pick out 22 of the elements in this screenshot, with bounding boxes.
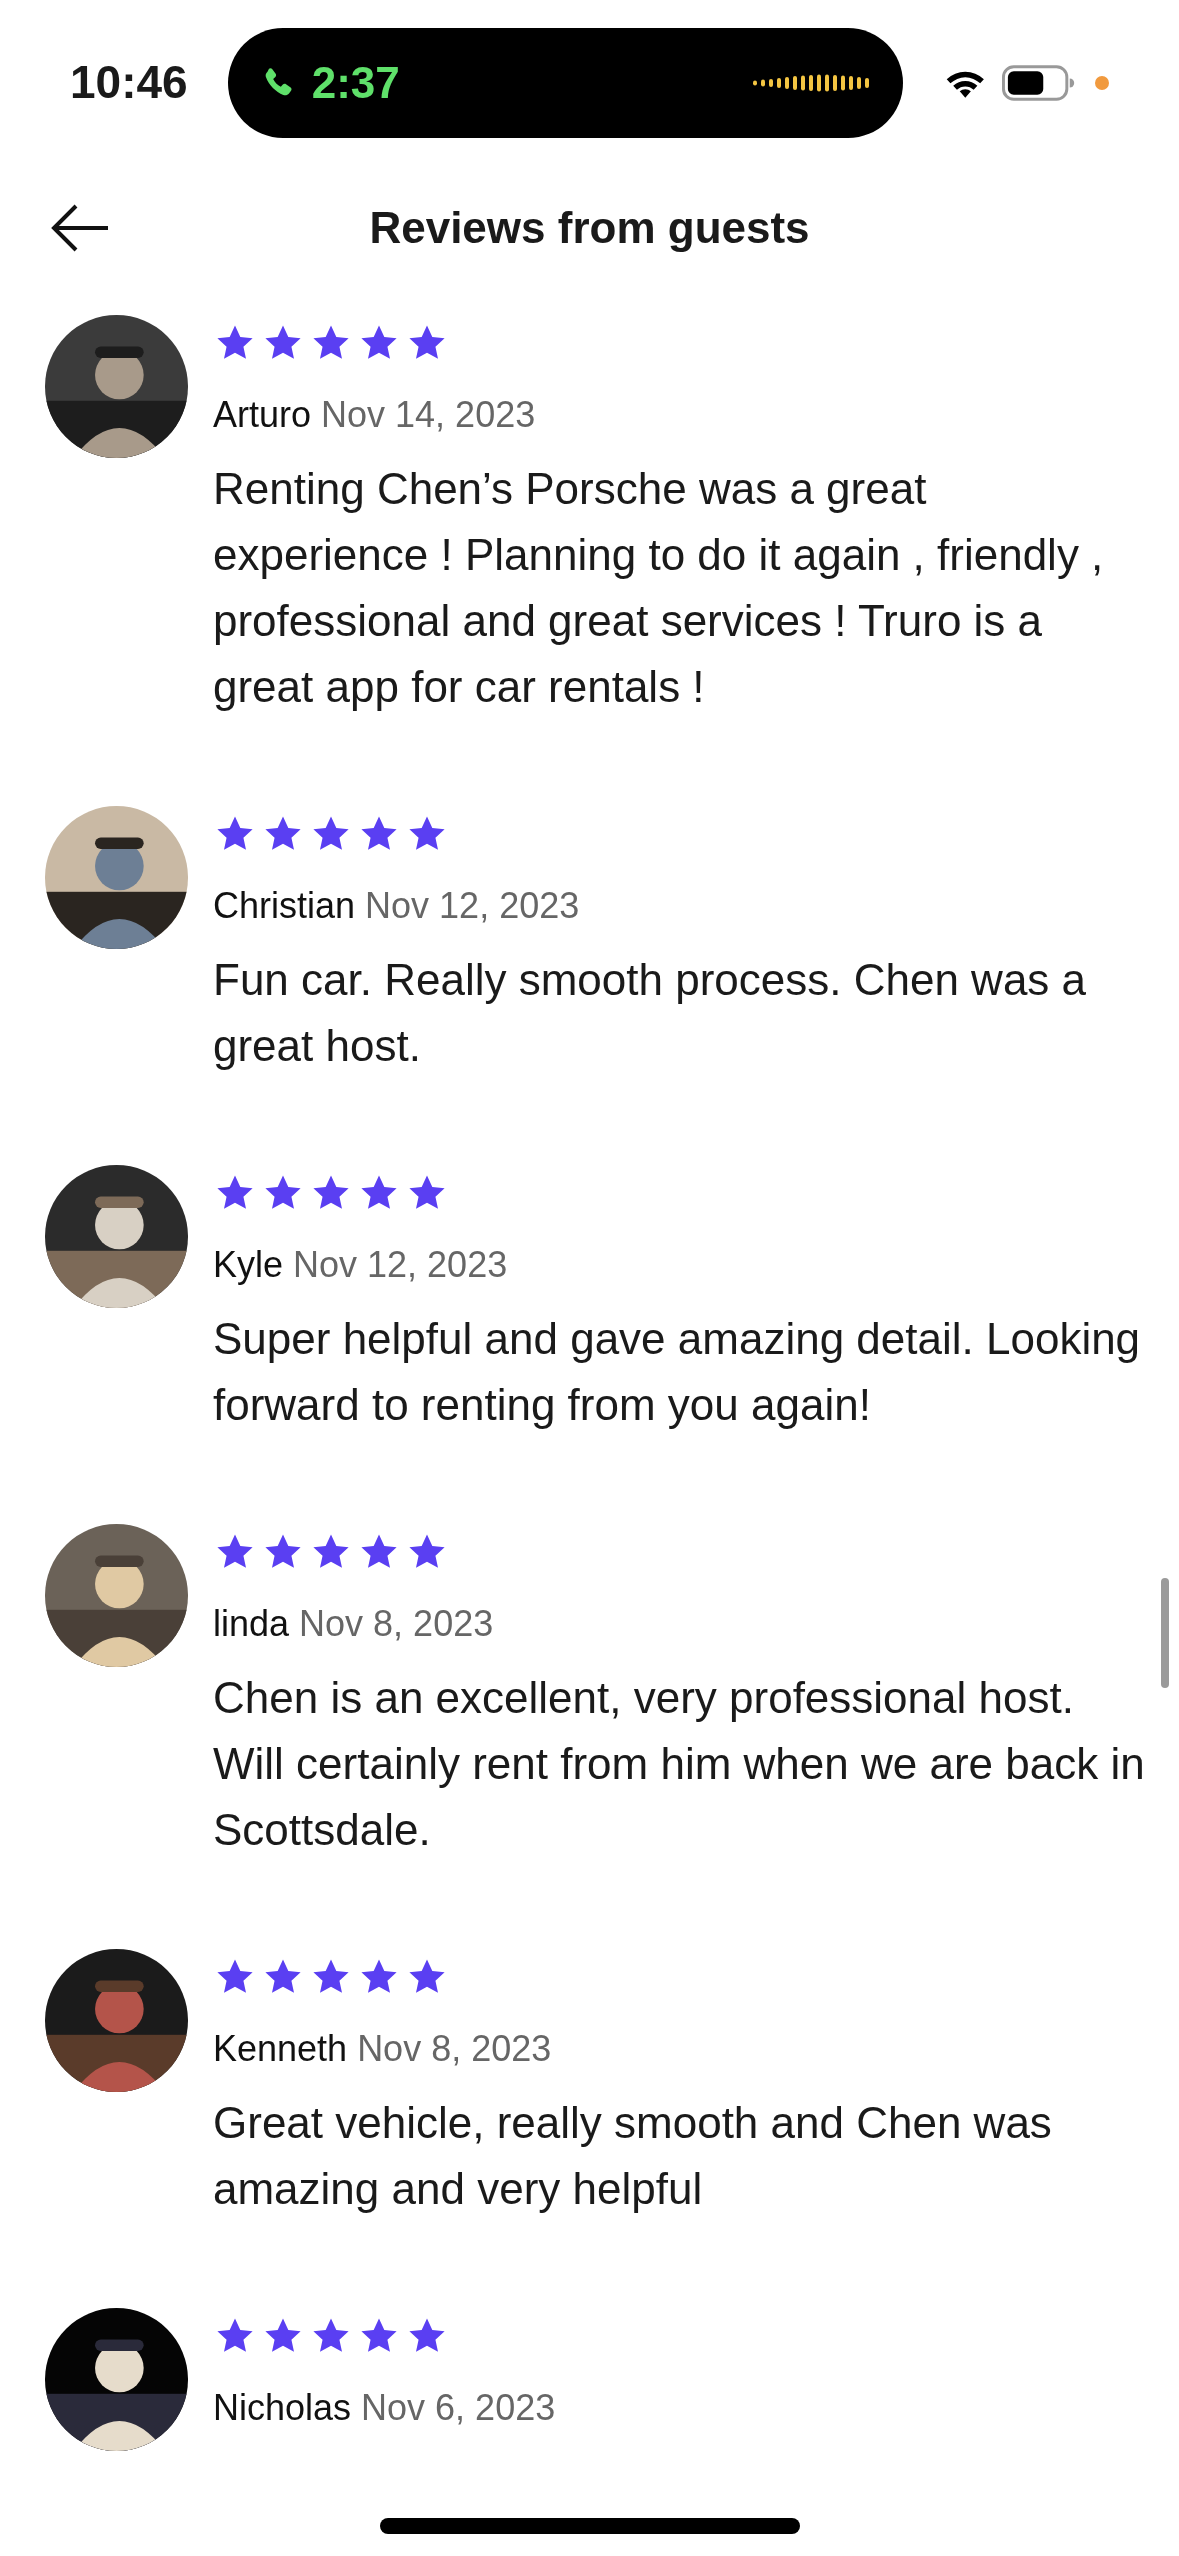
review-date: Nov 12, 2023	[365, 884, 580, 928]
review-date: Nov 6, 2023	[361, 2386, 556, 2430]
status-time: 10:46	[70, 55, 188, 110]
review-date: Nov 12, 2023	[293, 1243, 508, 1287]
review-date: Nov 8, 2023	[299, 1602, 494, 1646]
reviewer-name: Kyle	[213, 1243, 284, 1287]
review-text: Chen is an excellent, very professional host. Will certainly rent from him when we are back in Scottsdale.	[213, 1672, 1146, 1856]
reviewer-name: Kenneth	[213, 2027, 348, 2071]
review-date: Nov 14, 2023	[321, 393, 536, 437]
battery-icon	[1001, 64, 1076, 101]
review-text: Great vehicle, really smooth and Chen was amazing and very helpful	[213, 2097, 1053, 2215]
reviewer-name: Nicholas	[213, 2386, 352, 2430]
reviewer-name: Christian	[213, 884, 356, 928]
review-text: Fun car. Really smooth process. Chen was a great host.	[213, 954, 1088, 1072]
call-timer: 2:37	[311, 56, 400, 109]
review-date: Nov 8, 2023	[357, 2027, 552, 2071]
review-text: Renting Chen’s Porsche was a great experience ! Planning to do it again , friendly , professional and great services ! Truro is a great app for car rentals !	[213, 463, 1105, 713]
reviewer-name: Arturo	[213, 393, 312, 437]
review-text: Super helpful and gave amazing detail. Looking forward to renting from you again!	[213, 1313, 1142, 1431]
reviewer-name: linda	[213, 1602, 290, 1646]
page-title: Reviews from guests	[369, 201, 810, 254]
back-arrow-icon[interactable]	[50, 202, 110, 253]
